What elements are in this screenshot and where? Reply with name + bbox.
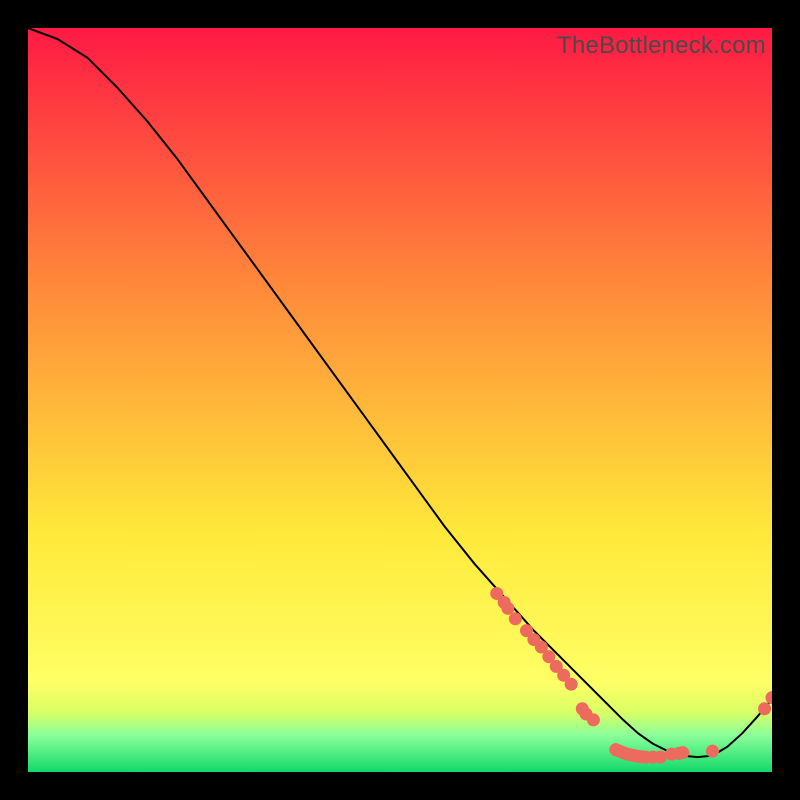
data-marker: [509, 613, 521, 625]
watermark-text: TheBottleneck.com: [557, 32, 766, 60]
data-marker: [654, 751, 666, 763]
bottleneck-chart: [28, 28, 772, 772]
chart-frame: TheBottleneck.com: [28, 28, 772, 772]
data-marker: [587, 714, 599, 726]
gradient-background: [28, 28, 772, 772]
data-marker: [759, 703, 771, 715]
data-marker: [502, 602, 514, 614]
data-marker: [565, 678, 577, 690]
data-marker: [677, 747, 689, 759]
data-marker: [706, 745, 718, 757]
